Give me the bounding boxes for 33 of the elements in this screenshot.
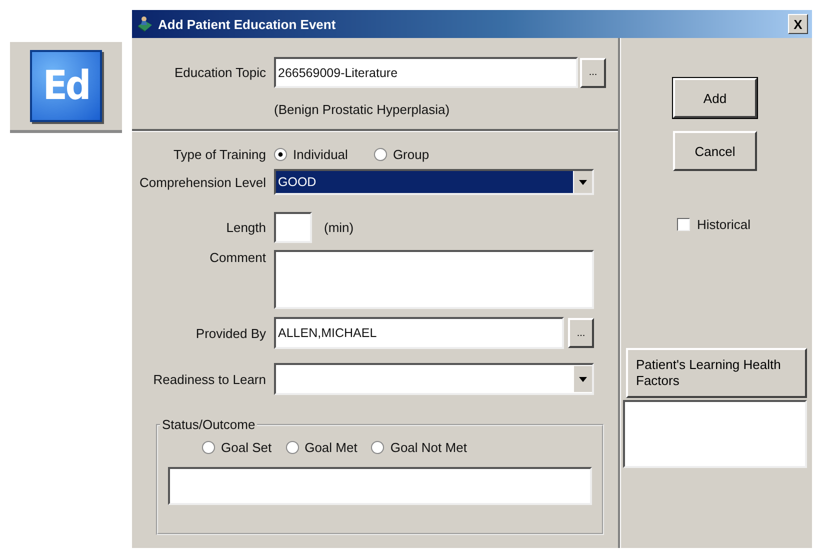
group-label: Status/Outcome xyxy=(161,417,256,432)
provided-by-field[interactable]: ALLEN,MICHAEL xyxy=(274,317,564,349)
add-button[interactable]: Add xyxy=(673,78,757,118)
window-title: Add Patient Education Event xyxy=(158,16,337,32)
field-label: Type of Training xyxy=(172,146,267,162)
comprehension-level-dropdown[interactable]: GOOD xyxy=(274,169,594,195)
field-label: Provided By xyxy=(194,326,267,340)
radio-option[interactable]: Goal Met xyxy=(286,440,358,455)
dropdown-arrow-icon[interactable] xyxy=(573,171,592,193)
field-label: Length xyxy=(225,220,267,235)
radio-option[interactable]: Goal Set xyxy=(202,440,272,455)
field-label: Readiness to Learn xyxy=(152,372,267,386)
outcome-field[interactable] xyxy=(168,467,592,505)
field-label: Comment xyxy=(208,250,267,265)
field-label: Education Topic xyxy=(173,65,267,80)
historical-checkbox[interactable]: Historical xyxy=(677,217,750,232)
radio-option[interactable]: Goal Not Met xyxy=(371,440,467,455)
comment-field[interactable] xyxy=(274,250,594,309)
learning-factors-list[interactable] xyxy=(623,400,807,468)
close-button[interactable]: X xyxy=(788,14,808,34)
browse-button[interactable]: ... xyxy=(568,318,594,348)
cancel-button[interactable]: Cancel xyxy=(673,131,757,171)
topic-description: (Benign Prostatic Hyperplasia) xyxy=(274,102,451,117)
readiness-dropdown[interactable] xyxy=(274,363,594,395)
learning-health-factors-button[interactable]: Patient's Learning Health Factors xyxy=(626,348,807,398)
radio-option[interactable]: Individual xyxy=(274,146,348,162)
field-label: Comprehension Level xyxy=(138,174,267,190)
radio-option[interactable]: Group xyxy=(374,146,430,162)
unit-label: (min) xyxy=(324,220,354,235)
length-field[interactable] xyxy=(274,212,312,243)
browse-button[interactable]: ... xyxy=(580,58,606,88)
education-topic-field[interactable]: 266569009-Literature xyxy=(274,57,578,88)
dropdown-arrow-icon[interactable] xyxy=(573,366,592,392)
